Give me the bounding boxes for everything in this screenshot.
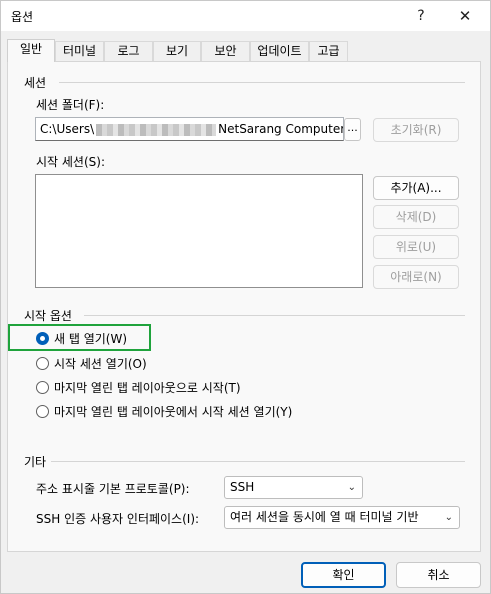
session-folder-input[interactable]: C:\Users\ NetSarang Computer\8: [35, 117, 344, 141]
radio-new-tab-label: 새 탭 열기(W): [54, 331, 128, 346]
ssh-auth-ui-value: 여러 세션을 동시에 열 때 터미널 기반: [230, 510, 419, 524]
move-up-button[interactable]: 위로(U): [373, 235, 459, 259]
folder-path-suffix: NetSarang Computer\8: [218, 122, 344, 136]
default-protocol-select[interactable]: SSH ⌄: [224, 476, 363, 499]
other-divider: [51, 461, 465, 462]
radio-last-layout-label: 마지막 열린 탭 레이아웃으로 시작(T): [54, 380, 241, 395]
add-session-button[interactable]: 추가(A)...: [373, 176, 459, 200]
session-group-label: 세션: [24, 76, 47, 90]
ok-button[interactable]: 확인: [301, 562, 386, 588]
close-icon[interactable]: ✕: [443, 1, 487, 31]
tab-update[interactable]: 업데이트: [250, 41, 309, 61]
default-protocol-label: 주소 표시줄 기본 프로토콜(P):: [36, 482, 190, 496]
cancel-button[interactable]: 취소: [396, 562, 481, 588]
radio-last-layout[interactable]: 마지막 열린 탭 레이아웃으로 시작(T): [36, 377, 241, 397]
ssh-auth-ui-label: SSH 인증 사용자 인터페이스(I):: [36, 512, 200, 526]
radio-unchecked-icon: [36, 380, 49, 394]
options-dialog: 옵션 ? ✕ 일반 터미널 로그 보기 보안 업데이트 고급 세션 세션 폴더(…: [0, 0, 491, 594]
tab-log[interactable]: 로그: [104, 41, 153, 61]
move-down-button[interactable]: 아래로(N): [373, 265, 459, 289]
title-bar: 옵션 ? ✕: [1, 1, 490, 31]
chevron-down-icon: ⌄: [444, 512, 453, 523]
redacted-username: [96, 123, 217, 136]
radio-open-startup-session-label: 시작 세션 열기(O): [54, 356, 147, 371]
help-icon[interactable]: ?: [399, 1, 443, 31]
radio-checked-icon: [36, 331, 49, 345]
radio-unchecked-icon: [36, 356, 49, 370]
startup-options-group-label: 시작 옵션: [24, 309, 72, 323]
tab-general[interactable]: 일반: [7, 39, 55, 62]
chevron-down-icon: ⌄: [347, 482, 356, 493]
radio-last-layout-startup-session[interactable]: 마지막 열린 탭 레이아웃에서 시작 세션 열기(Y): [36, 401, 292, 421]
delete-session-button[interactable]: 삭제(D): [373, 205, 459, 229]
radio-last-layout-startup-session-label: 마지막 열린 탭 레이아웃에서 시작 세션 열기(Y): [54, 404, 293, 419]
dialog-title: 옵션: [11, 10, 34, 24]
radio-new-tab[interactable]: 새 탭 열기(W): [36, 328, 127, 348]
browse-folder-button[interactable]: ...: [344, 118, 361, 141]
tab-advanced[interactable]: 고급: [309, 41, 348, 61]
tab-terminal[interactable]: 터미널: [55, 41, 104, 61]
startup-session-label: 시작 세션(S):: [36, 155, 105, 169]
session-folder-label: 세션 폴더(F):: [36, 98, 105, 112]
default-protocol-value: SSH: [230, 480, 255, 494]
radio-unchecked-icon: [36, 404, 49, 418]
startup-session-list[interactable]: [35, 174, 363, 288]
other-group-label: 기타: [24, 455, 47, 469]
ssh-auth-ui-select[interactable]: 여러 세션을 동시에 열 때 터미널 기반 ⌄: [224, 506, 460, 529]
startup-options-divider: [84, 315, 465, 316]
tab-security[interactable]: 보안: [201, 41, 250, 61]
folder-path-prefix: C:\Users\: [40, 122, 95, 136]
session-divider: [59, 82, 465, 83]
radio-open-startup-session[interactable]: 시작 세션 열기(O): [36, 353, 147, 373]
tab-view[interactable]: 보기: [153, 41, 201, 61]
reset-folder-button[interactable]: 초기화(R): [373, 118, 459, 142]
